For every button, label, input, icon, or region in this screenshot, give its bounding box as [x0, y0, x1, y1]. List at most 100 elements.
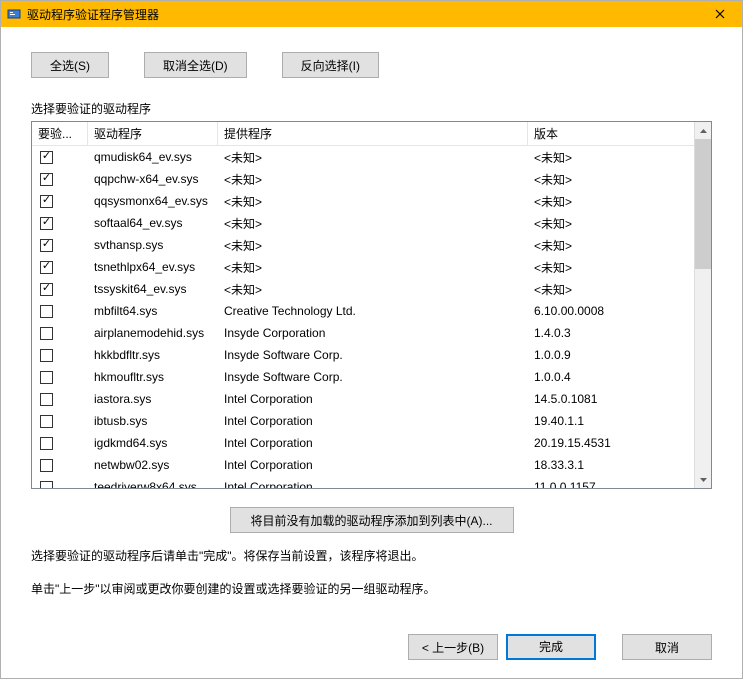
version-text: 6.10.00.0008	[528, 304, 694, 318]
header-verify[interactable]: 要验...	[32, 122, 88, 145]
driver-name: hkmoufltr.sys	[88, 370, 218, 384]
version-text: 19.40.1.1	[528, 414, 694, 428]
driver-name: iastora.sys	[88, 392, 218, 406]
verify-checkbox[interactable]	[40, 393, 53, 406]
provider-name: Creative Technology Ltd.	[218, 304, 528, 318]
header-version[interactable]: 版本	[528, 122, 694, 145]
verify-checkbox[interactable]	[40, 481, 53, 489]
cancel-button[interactable]: 取消	[622, 634, 712, 660]
provider-name: <未知>	[218, 237, 528, 254]
scrollbar[interactable]	[694, 122, 711, 488]
driver-name: svthansp.sys	[88, 238, 218, 252]
verify-checkbox[interactable]	[40, 327, 53, 340]
version-text: <未知>	[528, 171, 694, 188]
verify-checkbox[interactable]	[40, 415, 53, 428]
back-button[interactable]: < 上一步(B)	[408, 634, 498, 660]
version-text: <未知>	[528, 149, 694, 166]
info-text-1: 选择要验证的驱动程序后请单击"完成"。将保存当前设置，该程序将退出。	[31, 547, 712, 564]
header-driver[interactable]: 驱动程序	[88, 122, 218, 145]
app-icon	[7, 7, 21, 21]
driver-name: qmudisk64_ev.sys	[88, 150, 218, 164]
client-area: 全选(S) 取消全选(D) 反向选择(I) 选择要验证的驱动程序 要验... 驱…	[1, 27, 742, 678]
verify-checkbox[interactable]	[40, 305, 53, 318]
version-text: 1.0.0.9	[528, 348, 694, 362]
driver-name: mbfilt64.sys	[88, 304, 218, 318]
driver-list: 要验... 驱动程序 提供程序 版本 qmudisk64_ev.sys<未知><…	[31, 121, 712, 489]
deselect-all-button[interactable]: 取消全选(D)	[144, 52, 247, 78]
add-unloaded-drivers-button[interactable]: 将目前没有加载的驱动程序添加到列表中(A)...	[230, 507, 514, 533]
table-row[interactable]: netwbw02.sysIntel Corporation18.33.3.1	[32, 454, 694, 476]
table-row[interactable]: svthansp.sys<未知><未知>	[32, 234, 694, 256]
provider-name: <未知>	[218, 215, 528, 232]
driver-name: qqpchw-x64_ev.sys	[88, 172, 218, 186]
table-row[interactable]: teedriverw8x64.sysIntel Corporation11.0.…	[32, 476, 694, 488]
version-text: 20.19.15.4531	[528, 436, 694, 450]
table-row[interactable]: mbfilt64.sysCreative Technology Ltd.6.10…	[32, 300, 694, 322]
table-row[interactable]: iastora.sysIntel Corporation14.5.0.1081	[32, 388, 694, 410]
driver-name: airplanemodehid.sys	[88, 326, 218, 340]
verify-checkbox[interactable]	[40, 151, 53, 164]
table-row[interactable]: airplanemodehid.sysInsyde Corporation1.4…	[32, 322, 694, 344]
driver-name: ibtusb.sys	[88, 414, 218, 428]
provider-name: <未知>	[218, 281, 528, 298]
driver-name: igdkmd64.sys	[88, 436, 218, 450]
wizard-buttons: < 上一步(B) 完成 取消	[31, 634, 712, 660]
driver-name: qqsysmonx64_ev.sys	[88, 194, 218, 208]
provider-name: Insyde Software Corp.	[218, 370, 528, 384]
selection-buttons-row: 全选(S) 取消全选(D) 反向选择(I)	[31, 52, 712, 78]
provider-name: Intel Corporation	[218, 458, 528, 472]
list-header: 要验... 驱动程序 提供程序 版本	[32, 122, 694, 146]
header-provider[interactable]: 提供程序	[218, 122, 528, 145]
invert-selection-button[interactable]: 反向选择(I)	[282, 52, 379, 78]
provider-name: Insyde Software Corp.	[218, 348, 528, 362]
group-label: 选择要验证的驱动程序	[31, 100, 712, 117]
table-row[interactable]: hkkbdfltr.sysInsyde Software Corp.1.0.0.…	[32, 344, 694, 366]
table-row[interactable]: hkmoufltr.sysInsyde Software Corp.1.0.0.…	[32, 366, 694, 388]
version-text: 18.33.3.1	[528, 458, 694, 472]
version-text: <未知>	[528, 281, 694, 298]
table-row[interactable]: qmudisk64_ev.sys<未知><未知>	[32, 146, 694, 168]
version-text: <未知>	[528, 215, 694, 232]
version-text: <未知>	[528, 237, 694, 254]
scroll-down-button[interactable]	[695, 471, 711, 488]
verify-checkbox[interactable]	[40, 437, 53, 450]
verify-checkbox[interactable]	[40, 261, 53, 274]
driver-name: tsnethlpx64_ev.sys	[88, 260, 218, 274]
provider-name: Intel Corporation	[218, 436, 528, 450]
finish-button[interactable]: 完成	[506, 634, 596, 660]
version-text: <未知>	[528, 193, 694, 210]
titlebar: 驱动程序验证程序管理器	[1, 1, 742, 27]
close-button[interactable]	[698, 1, 742, 27]
provider-name: <未知>	[218, 193, 528, 210]
list-rows: qmudisk64_ev.sys<未知><未知>qqpchw-x64_ev.sy…	[32, 146, 694, 488]
version-text: 11.0.0.1157	[528, 480, 694, 488]
driver-name: tssyskit64_ev.sys	[88, 282, 218, 296]
provider-name: Insyde Corporation	[218, 326, 528, 340]
table-row[interactable]: tsnethlpx64_ev.sys<未知><未知>	[32, 256, 694, 278]
table-row[interactable]: softaal64_ev.sys<未知><未知>	[32, 212, 694, 234]
version-text: 14.5.0.1081	[528, 392, 694, 406]
provider-name: <未知>	[218, 259, 528, 276]
verify-checkbox[interactable]	[40, 371, 53, 384]
provider-name: Intel Corporation	[218, 414, 528, 428]
scroll-thumb[interactable]	[695, 139, 711, 269]
driver-name: teedriverw8x64.sys	[88, 480, 218, 488]
table-row[interactable]: qqpchw-x64_ev.sys<未知><未知>	[32, 168, 694, 190]
table-row[interactable]: ibtusb.sysIntel Corporation19.40.1.1	[32, 410, 694, 432]
table-row[interactable]: igdkmd64.sysIntel Corporation20.19.15.45…	[32, 432, 694, 454]
select-all-button[interactable]: 全选(S)	[31, 52, 109, 78]
version-text: 1.0.0.4	[528, 370, 694, 384]
scroll-track[interactable]	[695, 139, 711, 471]
verify-checkbox[interactable]	[40, 239, 53, 252]
verify-checkbox[interactable]	[40, 173, 53, 186]
verify-checkbox[interactable]	[40, 283, 53, 296]
verify-checkbox[interactable]	[40, 349, 53, 362]
scroll-up-button[interactable]	[695, 122, 711, 139]
verify-checkbox[interactable]	[40, 459, 53, 472]
table-row[interactable]: qqsysmonx64_ev.sys<未知><未知>	[32, 190, 694, 212]
verify-checkbox[interactable]	[40, 195, 53, 208]
driver-name: softaal64_ev.sys	[88, 216, 218, 230]
table-row[interactable]: tssyskit64_ev.sys<未知><未知>	[32, 278, 694, 300]
window: 驱动程序验证程序管理器 全选(S) 取消全选(D) 反向选择(I) 选择要验证的…	[0, 0, 743, 679]
verify-checkbox[interactable]	[40, 217, 53, 230]
